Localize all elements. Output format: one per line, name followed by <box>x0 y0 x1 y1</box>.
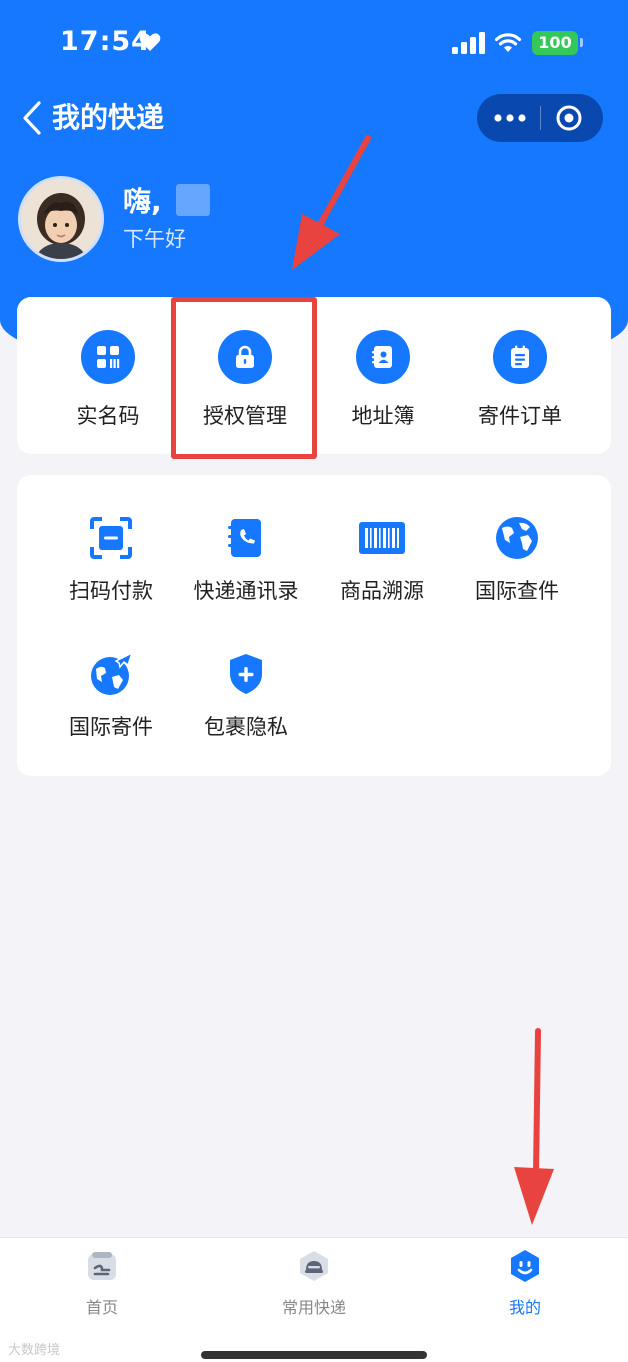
greeting-text: 嗨, <box>123 185 162 218</box>
service-label: 国际查件 <box>475 579 559 603</box>
quick-action-label: 寄件订单 <box>478 404 562 428</box>
quick-actions-card: 实名码 授权管理 地址簿 寄件订单 <box>17 297 611 454</box>
tab-bar: 首页 常用快递 我的 <box>0 1237 628 1362</box>
service-label: 包裹隐私 <box>204 715 288 739</box>
tab-home[interactable]: 首页 <box>32 1248 172 1318</box>
user-profile: 嗨, 下午好 <box>0 176 628 268</box>
service-international-tracking[interactable]: 国际查件 <box>447 513 587 605</box>
quick-action-label: 实名码 <box>76 404 140 428</box>
shield-plus-icon <box>221 649 271 699</box>
battery-terminal <box>580 38 583 47</box>
service-label: 国际寄件 <box>69 715 153 739</box>
back-icon[interactable] <box>20 100 44 136</box>
qr-code-icon <box>81 330 135 384</box>
service-scan-pay[interactable]: 扫码付款 <box>41 513 181 605</box>
quick-action-address-book[interactable]: 地址簿 <box>313 330 453 430</box>
time-greeting: 下午好 <box>123 227 186 251</box>
blurred-username <box>176 184 210 216</box>
watermark: 大数跨境 <box>8 1343 61 1358</box>
close-target-icon[interactable] <box>541 94 603 142</box>
service-courier-contacts[interactable]: 快递通讯录 <box>176 513 316 605</box>
navigation-bar: 我的快递 <box>0 88 628 150</box>
globe-plane-icon <box>86 649 136 699</box>
phone-book-icon <box>221 513 271 563</box>
home-box-icon <box>84 1248 120 1284</box>
battery-indicator: 100 <box>532 31 578 55</box>
mini-program-capsule <box>477 94 603 142</box>
heart-icon <box>139 33 161 51</box>
service-label: 商品溯源 <box>340 579 424 603</box>
service-international-shipping[interactable]: 国际寄件 <box>41 649 181 741</box>
tab-label: 常用快递 <box>281 1298 346 1317</box>
quick-action-authorization[interactable]: 授权管理 <box>175 330 315 430</box>
address-book-icon <box>356 330 410 384</box>
order-list-icon <box>493 330 547 384</box>
status-bar: 17:54 100 <box>0 0 628 88</box>
more-icon[interactable] <box>477 94 540 142</box>
quick-action-send-orders[interactable]: 寄件订单 <box>450 330 590 430</box>
wifi-icon <box>494 33 522 52</box>
service-label: 扫码付款 <box>69 579 153 603</box>
page-title: 我的快递 <box>52 101 165 134</box>
services-card: 扫码付款 快递通讯录 商品溯源 国际查件 国际寄件 包裹隐私 <box>17 475 611 776</box>
avatar[interactable] <box>18 176 104 262</box>
cellular-signal-icon <box>452 32 485 54</box>
lock-icon <box>218 330 272 384</box>
tab-label: 我的 <box>508 1298 541 1317</box>
tab-mine[interactable]: 我的 <box>455 1248 595 1318</box>
annotation-arrow-down <box>514 1028 554 1225</box>
service-product-tracing[interactable]: 商品溯源 <box>312 513 452 605</box>
tab-label: 首页 <box>85 1298 118 1317</box>
courier-icon <box>296 1248 332 1284</box>
scan-icon <box>86 513 136 563</box>
quick-action-real-name-code[interactable]: 实名码 <box>38 330 178 430</box>
avatar-portrait-icon <box>21 179 101 259</box>
quick-action-label: 地址簿 <box>351 404 415 428</box>
home-indicator <box>201 1351 427 1359</box>
service-label: 快递通讯录 <box>193 579 299 603</box>
tab-common-couriers[interactable]: 常用快递 <box>244 1248 384 1318</box>
service-package-privacy[interactable]: 包裹隐私 <box>176 649 316 741</box>
globe-icon <box>492 513 542 563</box>
profile-face-icon <box>507 1248 543 1284</box>
quick-action-label: 授权管理 <box>203 404 287 428</box>
barcode-icon <box>357 513 407 563</box>
